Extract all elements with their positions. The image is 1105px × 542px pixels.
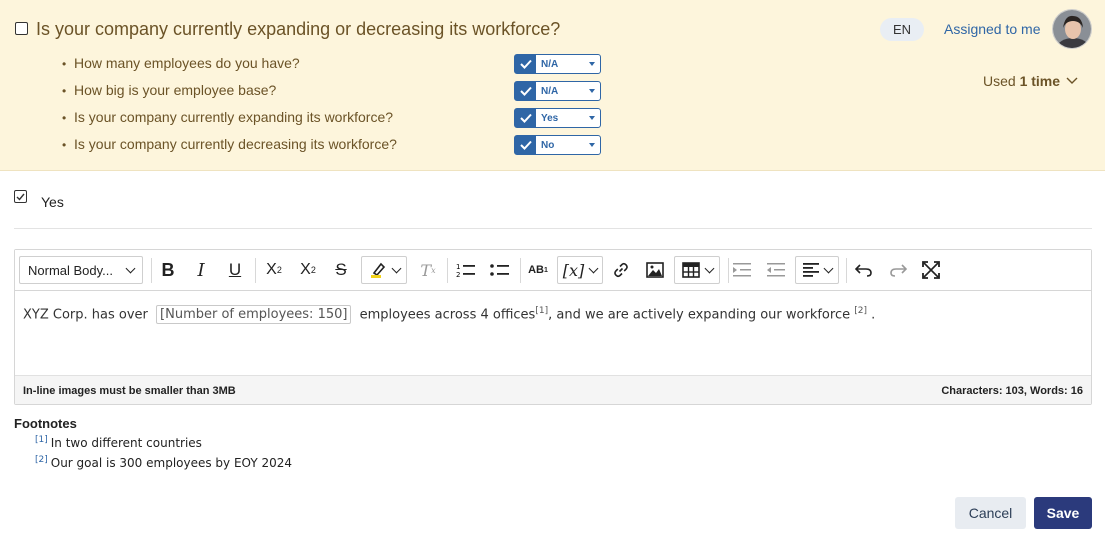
sub-question-1-select[interactable]: N/A: [514, 54, 601, 74]
check-icon: [16, 193, 25, 201]
variable-select[interactable]: [x]: [557, 256, 603, 284]
highlighter-icon: [370, 262, 385, 278]
image-size-note: In-line images must be smaller than 3MB: [23, 385, 236, 397]
chevron-down-icon: [704, 263, 714, 273]
link-icon[interactable]: [610, 256, 632, 284]
question-header: Is your company currently expanding or d…: [0, 0, 1105, 171]
question-checkbox[interactable]: [15, 22, 28, 35]
caret-down-icon: [589, 143, 595, 147]
language-badge[interactable]: EN: [880, 18, 924, 41]
bullet-icon: •: [62, 138, 67, 152]
save-button[interactable]: Save: [1034, 497, 1092, 529]
caret-down-icon: [589, 89, 595, 93]
variable-icon: [x]: [562, 260, 585, 280]
editor-content[interactable]: XYZ Corp. has over [Number of employees:…: [23, 305, 875, 325]
fullscreen-icon[interactable]: [919, 256, 943, 284]
image-icon[interactable]: [644, 256, 666, 284]
sub-question-1: • How many employees do you have?: [62, 55, 300, 71]
highlight-color-select[interactable]: [361, 256, 407, 284]
sub-question-3-select[interactable]: Yes: [514, 108, 601, 128]
sub-question-4-select[interactable]: No: [514, 135, 601, 155]
subscript-icon[interactable]: X2: [262, 256, 286, 284]
caret-down-icon: [589, 62, 595, 66]
bold-icon[interactable]: B: [157, 256, 179, 284]
toolbar-separator: [447, 258, 448, 283]
alignment-select[interactable]: [795, 256, 839, 284]
footnote-item: [2] Our goal is 300 employees by EOY 2024: [35, 455, 293, 470]
table-select[interactable]: [674, 256, 720, 284]
footnotes-title: Footnotes: [14, 416, 77, 431]
sub-question-2-select[interactable]: N/A: [514, 81, 601, 101]
footnote-ref-1[interactable]: [1]: [535, 306, 548, 316]
caret-down-icon: [589, 116, 595, 120]
toolbar-separator: [255, 258, 256, 283]
strikethrough-icon[interactable]: S: [330, 256, 352, 284]
toolbar-separator: [846, 258, 847, 283]
usage-toggle[interactable]: Used 1 time: [983, 73, 1078, 89]
bullet-icon: •: [62, 57, 67, 71]
toolbar-separator: [728, 258, 729, 283]
chevron-down-icon: [125, 263, 136, 273]
svg-text:1: 1: [456, 263, 460, 271]
assigned-to-me-link[interactable]: Assigned to me: [944, 21, 1041, 37]
check-icon: [515, 55, 536, 73]
question-title: Is your company currently expanding or d…: [36, 19, 561, 39]
toolbar-separator: [520, 258, 521, 283]
superscript-icon[interactable]: X2: [296, 256, 320, 284]
clear-formatting-icon[interactable]: Tx: [417, 256, 439, 284]
chevron-down-icon: [823, 263, 833, 273]
chevron-down-icon: [588, 263, 599, 273]
check-icon: [515, 109, 536, 127]
indent-icon[interactable]: [731, 256, 753, 284]
variable-placeholder[interactable]: [Number of employees: 150]: [156, 305, 352, 325]
check-icon: [515, 136, 536, 154]
avatar[interactable]: [1052, 9, 1092, 49]
chevron-down-icon: [391, 263, 401, 273]
outdent-icon[interactable]: [765, 256, 787, 284]
toolbar-separator: [151, 258, 152, 283]
rich-text-editor: Normal Body... B I U X2 X2 S Tx 12 AB 1 […: [14, 249, 1092, 405]
footnote-ref-2[interactable]: [2]: [854, 306, 867, 316]
answer-label: Yes: [41, 194, 64, 210]
underline-icon[interactable]: U: [224, 256, 246, 284]
sub-question-4: • Is your company currently decreasing it…: [62, 136, 397, 152]
editor-status-bar: In-line images must be smaller than 3MB …: [15, 375, 1091, 404]
check-icon: [515, 82, 536, 100]
numbered-list-icon[interactable]: 12: [454, 256, 478, 284]
answer-checkbox[interactable]: [14, 190, 27, 203]
footnote-item: [1] In two different countries: [35, 435, 202, 450]
editor-toolbar: Normal Body... B I U X2 X2 S Tx 12 AB 1 […: [15, 250, 1091, 291]
bullet-list-icon[interactable]: [488, 256, 512, 284]
align-left-icon: [802, 263, 819, 277]
undo-icon[interactable]: [852, 256, 876, 284]
sub-question-2: • How big is your employee base?: [62, 82, 277, 98]
table-icon: [681, 262, 700, 278]
chevron-down-icon: [1066, 77, 1078, 84]
svg-text:2: 2: [456, 271, 460, 278]
redo-icon[interactable]: [886, 256, 910, 284]
sub-question-3: • Is your company currently expanding its…: [62, 109, 394, 125]
italic-icon[interactable]: I: [190, 256, 212, 284]
character-count: Characters: 103, Words: 16: [941, 385, 1083, 397]
bullet-icon: •: [62, 84, 67, 98]
cancel-button[interactable]: Cancel: [955, 497, 1026, 529]
divider: [14, 228, 1092, 229]
footnote-icon[interactable]: AB 1: [526, 256, 550, 284]
bullet-icon: •: [62, 111, 67, 125]
paragraph-style-select[interactable]: Normal Body...: [19, 256, 143, 284]
